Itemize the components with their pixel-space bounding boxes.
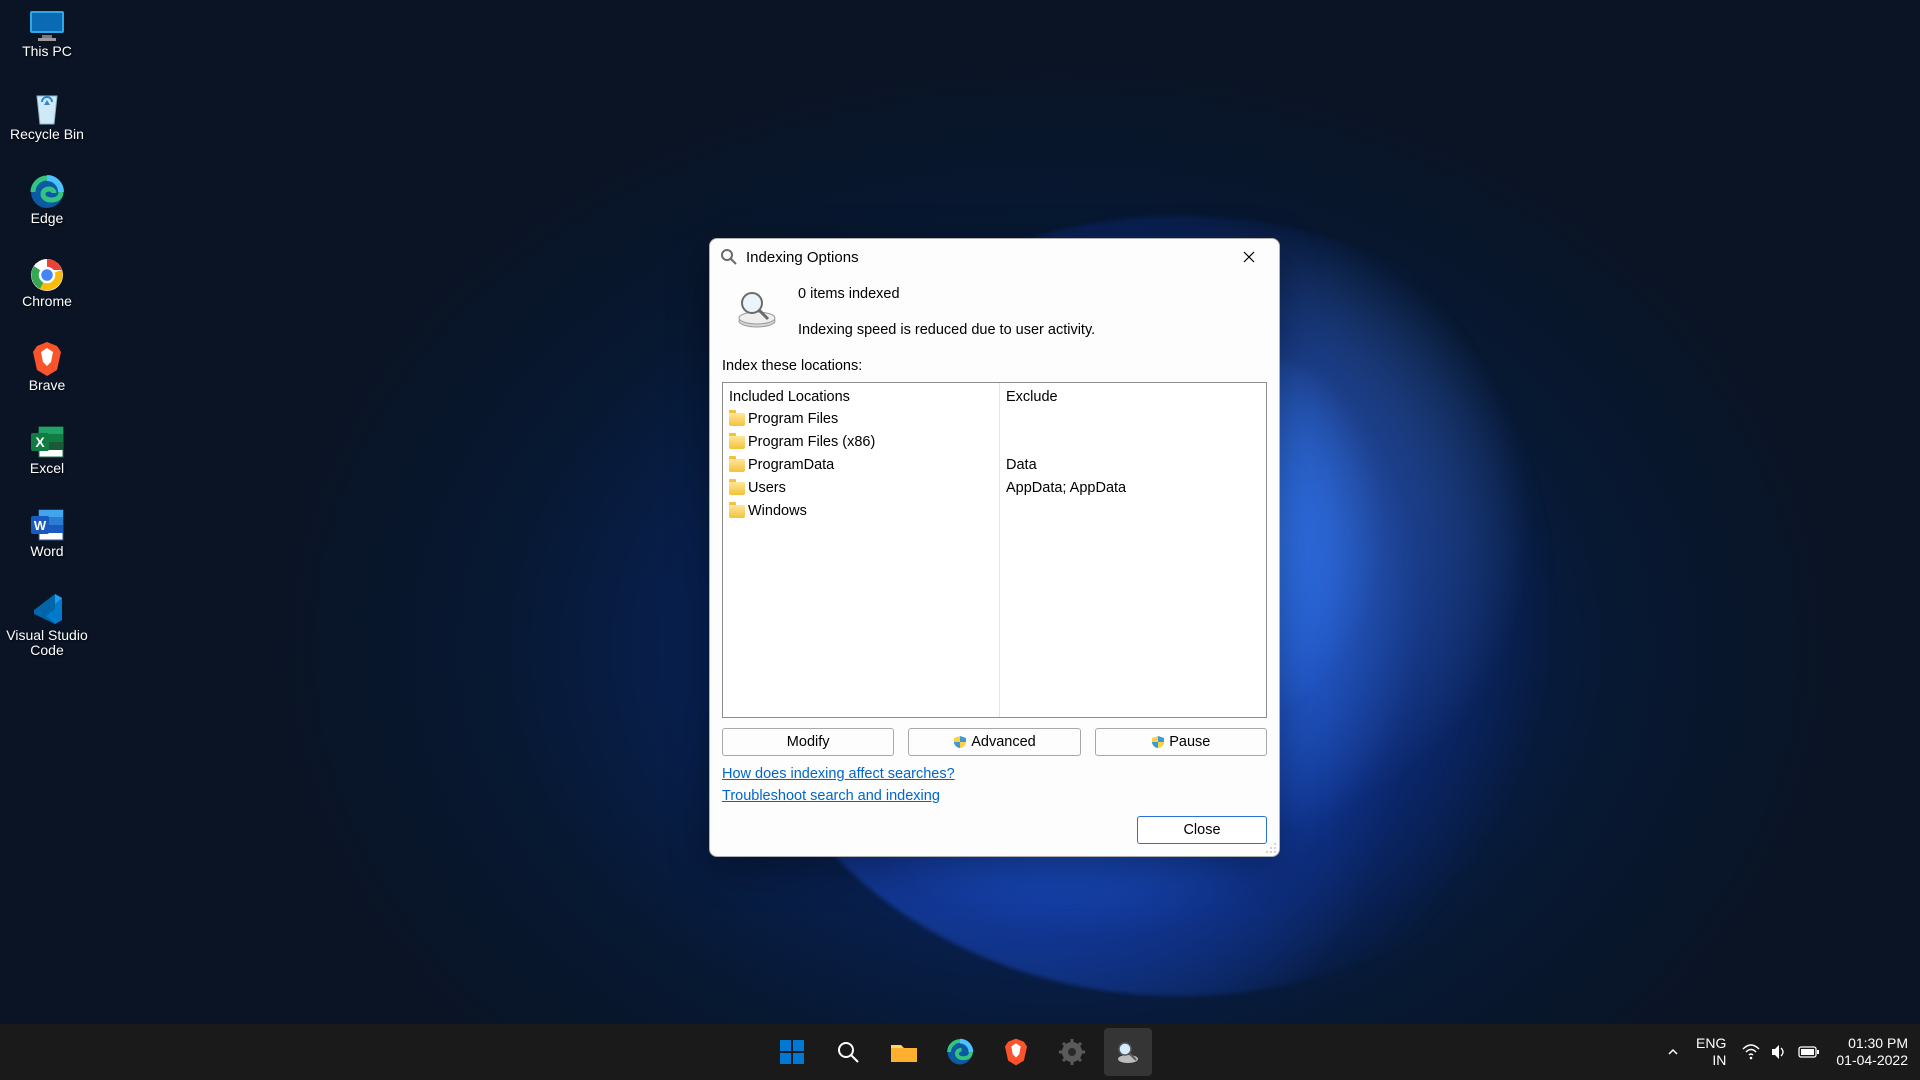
indexing-options-dialog: Indexing Options 0 items indexed Indexin… xyxy=(709,238,1280,857)
tray-time: 01:30 PM xyxy=(1848,1035,1908,1052)
tray-lang-line1: ENG xyxy=(1696,1035,1726,1052)
uac-shield-icon xyxy=(953,735,967,749)
exclude-cell: AppData; AppData xyxy=(1006,478,1260,501)
location-name: Program Files xyxy=(748,409,838,430)
location-name: Program Files (x86) xyxy=(748,432,875,453)
dialog-title: Indexing Options xyxy=(746,249,1227,266)
desktop-icon-word[interactable]: W Word xyxy=(2,506,92,561)
desktop-icon-recycle-bin[interactable]: Recycle Bin xyxy=(2,89,92,144)
location-row[interactable]: Program Files (x86) xyxy=(729,432,993,455)
close-icon xyxy=(1243,251,1255,263)
location-name: ProgramData xyxy=(748,455,834,476)
location-row[interactable]: ProgramData xyxy=(729,455,993,478)
edge-icon xyxy=(27,175,67,209)
indexing-help-link[interactable]: How does indexing affect searches? xyxy=(722,766,955,782)
windows-logo-icon xyxy=(778,1038,806,1066)
troubleshoot-link[interactable]: Troubleshoot search and indexing xyxy=(722,788,940,804)
edge-icon xyxy=(946,1038,974,1066)
desktop-icon-label: Excel xyxy=(30,461,64,476)
desktop-icon-label: Recycle Bin xyxy=(10,127,84,142)
desktop-icon-vscode[interactable]: Visual Studio Code xyxy=(2,590,92,661)
tray-chevron-icon[interactable] xyxy=(1666,1045,1680,1059)
tray-language[interactable]: ENG IN xyxy=(1696,1035,1726,1069)
location-name: Windows xyxy=(748,501,807,522)
resize-grip-icon[interactable] xyxy=(1265,842,1277,854)
tray-date: 01-04-2022 xyxy=(1836,1052,1908,1069)
desktop[interactable]: This PC Recycle Bin Edge Chrome Brave xyxy=(0,0,1920,1080)
desktop-icon-label: Brave xyxy=(29,378,66,393)
brave-icon xyxy=(27,342,67,376)
taskbar: ENG IN 01:30 PM 01-04-2022 xyxy=(0,1024,1920,1080)
desktop-icon-edge[interactable]: Edge xyxy=(2,173,92,228)
desktop-icon-label: This PC xyxy=(22,44,72,59)
dialog-body: 0 items indexed Indexing speed is reduce… xyxy=(710,275,1279,856)
wifi-icon[interactable] xyxy=(1742,1044,1760,1060)
recycle-bin-icon xyxy=(27,91,67,125)
search-icon xyxy=(835,1039,861,1065)
uac-shield-icon xyxy=(1151,735,1165,749)
svg-text:X: X xyxy=(35,434,45,450)
word-icon: W xyxy=(27,508,67,542)
volume-icon[interactable] xyxy=(1770,1044,1788,1060)
desktop-icon-excel[interactable]: X Excel xyxy=(2,423,92,478)
modify-button[interactable]: Modify xyxy=(722,728,894,756)
start-button[interactable] xyxy=(768,1028,816,1076)
dialog-close-button[interactable] xyxy=(1227,242,1271,272)
folder-icon xyxy=(729,505,745,518)
tray-lang-line2: IN xyxy=(1712,1052,1726,1069)
folder-icon xyxy=(729,436,745,449)
folder-icon xyxy=(729,413,745,426)
exclude-cell xyxy=(1006,409,1260,432)
included-locations-header[interactable]: Included Locations xyxy=(729,387,993,409)
locations-label: Index these locations: xyxy=(722,358,1267,374)
taskbar-file-explorer[interactable] xyxy=(880,1028,928,1076)
location-row[interactable]: Windows xyxy=(729,501,993,524)
file-explorer-icon xyxy=(889,1039,919,1065)
exclude-header[interactable]: Exclude xyxy=(1006,387,1260,409)
vscode-icon xyxy=(27,592,67,626)
indexing-status-info: Indexing speed is reduced due to user ac… xyxy=(798,321,1095,341)
excel-icon: X xyxy=(27,425,67,459)
items-indexed-count: 0 items indexed xyxy=(798,285,1095,305)
taskbar-brave[interactable] xyxy=(992,1028,1040,1076)
taskbar-center xyxy=(768,1028,1152,1076)
brave-icon xyxy=(1003,1037,1029,1067)
taskbar-edge[interactable] xyxy=(936,1028,984,1076)
folder-icon xyxy=(729,482,745,495)
close-button[interactable]: Close xyxy=(1137,816,1267,844)
taskbar-search[interactable] xyxy=(824,1028,872,1076)
desktop-icon-this-pc[interactable]: This PC xyxy=(2,6,92,61)
location-row[interactable]: Users xyxy=(729,478,993,501)
indexing-icon xyxy=(1115,1039,1141,1065)
location-row[interactable]: Program Files xyxy=(729,409,993,432)
taskbar-indexing-options[interactable] xyxy=(1104,1028,1152,1076)
svg-text:W: W xyxy=(34,518,47,533)
desktop-icon-chrome[interactable]: Chrome xyxy=(2,256,92,311)
exclude-cell xyxy=(1006,501,1260,524)
locations-list[interactable]: Included Locations Program Files Program… xyxy=(722,382,1267,718)
chrome-icon xyxy=(27,258,67,292)
desktop-icons: This PC Recycle Bin Edge Chrome Brave xyxy=(2,6,92,661)
desktop-icon-brave[interactable]: Brave xyxy=(2,340,92,395)
desktop-icon-label: Word xyxy=(30,544,63,559)
battery-icon[interactable] xyxy=(1798,1045,1820,1059)
pause-button[interactable]: Pause xyxy=(1095,728,1267,756)
gear-icon xyxy=(1058,1038,1086,1066)
advanced-button[interactable]: Advanced xyxy=(908,728,1080,756)
magnifier-drive-icon xyxy=(734,285,780,331)
location-name: Users xyxy=(748,478,786,499)
desktop-icon-label: Visual Studio Code xyxy=(4,628,90,659)
taskbar-tray: ENG IN 01:30 PM 01-04-2022 xyxy=(1666,1035,1908,1069)
tray-clock[interactable]: 01:30 PM 01-04-2022 xyxy=(1836,1035,1908,1069)
folder-icon xyxy=(729,459,745,472)
exclude-cell xyxy=(1006,432,1260,455)
exclude-cell: Data xyxy=(1006,455,1260,478)
desktop-icon-label: Chrome xyxy=(22,294,72,309)
dialog-titlebar[interactable]: Indexing Options xyxy=(710,239,1279,275)
taskbar-settings[interactable] xyxy=(1048,1028,1096,1076)
monitor-icon xyxy=(27,8,67,42)
desktop-icon-label: Edge xyxy=(31,211,64,226)
indexing-icon xyxy=(720,248,738,266)
